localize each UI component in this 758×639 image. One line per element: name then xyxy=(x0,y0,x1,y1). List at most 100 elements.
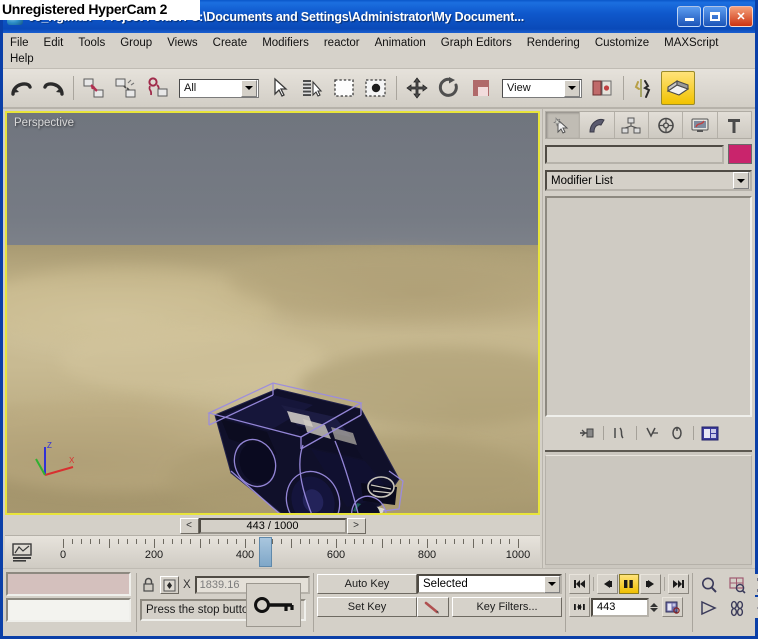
set-key-button[interactable]: Set Key xyxy=(317,597,417,617)
select-and-move-button[interactable] xyxy=(402,73,432,104)
close-button[interactable]: ✕ xyxy=(729,6,753,27)
select-and-uniform-scale-button[interactable] xyxy=(466,73,496,104)
undo-button[interactable] xyxy=(6,73,36,104)
key-mode-selector[interactable]: Selected xyxy=(417,574,562,594)
timeline-tick xyxy=(290,539,292,548)
mirror-button[interactable] xyxy=(629,73,659,104)
perspective-viewport[interactable]: Perspective Z X xyxy=(5,111,540,515)
zoom-extents-button[interactable] xyxy=(752,574,758,595)
next-frame-button[interactable] xyxy=(640,574,662,594)
frame-slider-prev-button[interactable]: < xyxy=(179,517,199,534)
selected-object-pickup-truck[interactable] xyxy=(185,375,430,513)
timeline-tick xyxy=(163,539,165,544)
key-buttons: Auto Key Set Key xyxy=(317,569,417,636)
modify-tab[interactable] xyxy=(580,112,615,138)
menu-views[interactable]: Views xyxy=(166,36,198,50)
select-by-name-button[interactable] xyxy=(297,73,327,104)
chevron-down-icon[interactable] xyxy=(241,79,257,97)
selection-lock-icon[interactable] xyxy=(140,576,156,594)
play-pause-button[interactable] xyxy=(618,574,640,594)
reference-coordinate-combo[interactable]: View xyxy=(502,78,582,98)
chevron-down-icon[interactable] xyxy=(544,575,560,593)
menu-tools[interactable]: Tools xyxy=(77,36,106,50)
menu-modifiers[interactable]: Modifiers xyxy=(261,36,310,50)
maxscript-listener-output[interactable] xyxy=(6,598,131,622)
selection-filter-combo[interactable]: All xyxy=(179,78,259,98)
menu-group[interactable]: Group xyxy=(119,36,153,50)
timeline-tick xyxy=(245,539,246,548)
timeline-tick xyxy=(336,539,337,548)
display-tab[interactable] xyxy=(683,112,718,138)
timeline-tick xyxy=(372,539,374,544)
zoom-button[interactable] xyxy=(696,574,723,595)
hierarchy-tab[interactable] xyxy=(615,112,649,138)
time-configuration-button[interactable] xyxy=(662,597,683,617)
show-end-result-button[interactable] xyxy=(609,423,631,443)
select-and-link-button[interactable] xyxy=(79,73,109,104)
go-to-end-button[interactable] xyxy=(668,574,689,594)
command-panel-tabs xyxy=(545,111,752,139)
menu-maxscript[interactable]: MAXScript xyxy=(663,36,719,50)
frame-slider-value[interactable]: 443 / 1000 xyxy=(198,517,347,534)
pin-stack-button[interactable] xyxy=(576,423,598,443)
go-to-start-button[interactable] xyxy=(569,574,590,594)
redo-button[interactable] xyxy=(38,73,68,104)
maximize-button[interactable] xyxy=(703,6,727,27)
timeline-tick xyxy=(326,539,328,544)
select-object-button[interactable] xyxy=(265,73,295,104)
time-slider-handle[interactable] xyxy=(258,537,272,567)
modifier-stack-list[interactable] xyxy=(545,196,752,417)
chevron-down-icon[interactable] xyxy=(733,172,749,189)
menu-file[interactable]: File xyxy=(9,36,30,50)
bind-to-space-warp-button[interactable] xyxy=(143,73,173,104)
remove-modifier-button[interactable] xyxy=(666,423,688,443)
motion-tab[interactable] xyxy=(649,112,684,138)
track-bar[interactable]: 0 200 400 600 800 1000 xyxy=(5,535,540,568)
menu-create[interactable]: Create xyxy=(212,36,249,50)
key-mode-toggle-button[interactable] xyxy=(569,597,590,617)
menu-animation[interactable]: Animation xyxy=(374,36,427,50)
timeline-track[interactable]: 0 200 400 600 800 1000 xyxy=(39,536,540,568)
arc-rotate-button[interactable] xyxy=(752,597,758,618)
timeline-tick xyxy=(235,539,237,544)
auto-key-button[interactable]: Auto Key xyxy=(317,574,417,594)
frame-slider-next-button[interactable]: > xyxy=(346,517,366,534)
snap-toggle-button[interactable] xyxy=(661,71,695,105)
zoom-all-button[interactable] xyxy=(724,574,751,595)
menu-graph-editors[interactable]: Graph Editors xyxy=(440,36,513,50)
object-name-field[interactable] xyxy=(545,144,724,164)
select-and-rotate-button[interactable] xyxy=(434,73,464,104)
rollout-panel[interactable] xyxy=(545,455,752,565)
absolute-relative-transform-button[interactable] xyxy=(160,576,179,594)
object-color-swatch[interactable] xyxy=(728,144,752,164)
menu-help[interactable]: Help xyxy=(9,52,35,66)
configure-modifier-sets-button[interactable] xyxy=(699,423,721,443)
menu-customize[interactable]: Customize xyxy=(594,36,650,50)
menu-rendering[interactable]: Rendering xyxy=(526,36,581,50)
modifier-list-dropdown[interactable]: Modifier List xyxy=(545,170,752,191)
field-of-view-button[interactable] xyxy=(696,597,723,618)
maxscript-listener-input[interactable] xyxy=(6,572,131,596)
utilities-tab[interactable] xyxy=(718,112,751,138)
minimize-button[interactable] xyxy=(677,6,701,27)
timeline-tick xyxy=(144,539,146,544)
timeline-tick xyxy=(381,539,383,548)
menu-edit[interactable]: Edit xyxy=(43,36,65,50)
use-pivot-point-center-button[interactable] xyxy=(588,73,618,104)
current-frame-field[interactable]: 443 xyxy=(591,597,649,617)
previous-frame-button[interactable] xyxy=(596,574,618,594)
chevron-down-icon[interactable] xyxy=(564,79,580,97)
create-tab[interactable] xyxy=(546,112,581,138)
rollout-area xyxy=(545,450,752,568)
window-crossing-button[interactable] xyxy=(361,73,391,104)
menu-reactor[interactable]: reactor xyxy=(323,36,361,50)
open-mini-curve-editor-button[interactable] xyxy=(5,536,39,568)
rectangular-selection-region-button[interactable] xyxy=(329,73,359,104)
unlink-selection-button[interactable] xyxy=(111,73,141,104)
timeline-tick xyxy=(454,539,456,544)
make-unique-button[interactable] xyxy=(642,423,664,443)
pan-button[interactable] xyxy=(724,597,751,618)
set-key-pen-button[interactable] xyxy=(417,597,449,617)
current-frame-spinner[interactable] xyxy=(650,598,661,617)
key-filters-button[interactable]: Key Filters... xyxy=(452,597,562,617)
